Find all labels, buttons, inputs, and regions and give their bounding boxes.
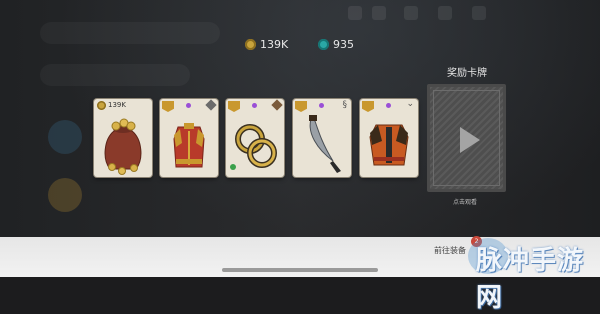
watch-video-card[interactable]	[427, 84, 506, 192]
bg-top-icon	[372, 6, 386, 20]
reward-card-gold-pouch[interactable]: 139K	[94, 99, 152, 177]
bg-skill-icon	[48, 178, 82, 212]
gold-amount: 139K	[260, 38, 289, 51]
chest-armor-icon	[173, 123, 205, 168]
gold-pouch-icon	[104, 118, 142, 175]
bg-top-icon	[348, 6, 362, 20]
reward-card-orange-armor[interactable]: ⌄	[360, 99, 418, 177]
reward-card-rings[interactable]	[226, 99, 284, 177]
reward-cards-title: 奖励卡牌	[447, 68, 487, 79]
bg-top-icon	[404, 6, 418, 20]
bg-top-icon	[438, 6, 452, 20]
go-equip-button[interactable]: 前往装备	[434, 245, 466, 256]
watch-video-label: 点击观看	[453, 199, 478, 206]
gem-amount: 935	[333, 38, 354, 51]
home-indicator[interactable]	[222, 268, 378, 272]
gem-icon	[318, 39, 329, 50]
gem-counter: 935	[318, 38, 354, 51]
coin-icon	[245, 39, 256, 50]
site-watermark: 脉冲手游网	[476, 246, 585, 313]
curved-dagger-icon	[309, 115, 341, 173]
bg-skill-icon	[48, 120, 82, 154]
bg-list-row	[40, 64, 190, 86]
gold-counter: 139K	[245, 38, 288, 51]
gold-rings-icon	[230, 124, 277, 170]
reward-card-chest-armor[interactable]	[160, 99, 218, 177]
orange-armor-icon	[369, 124, 409, 166]
reward-card-dagger[interactable]: §	[293, 99, 351, 177]
play-icon	[460, 127, 480, 153]
bg-header-row	[40, 22, 220, 44]
bg-top-icon	[472, 6, 486, 20]
